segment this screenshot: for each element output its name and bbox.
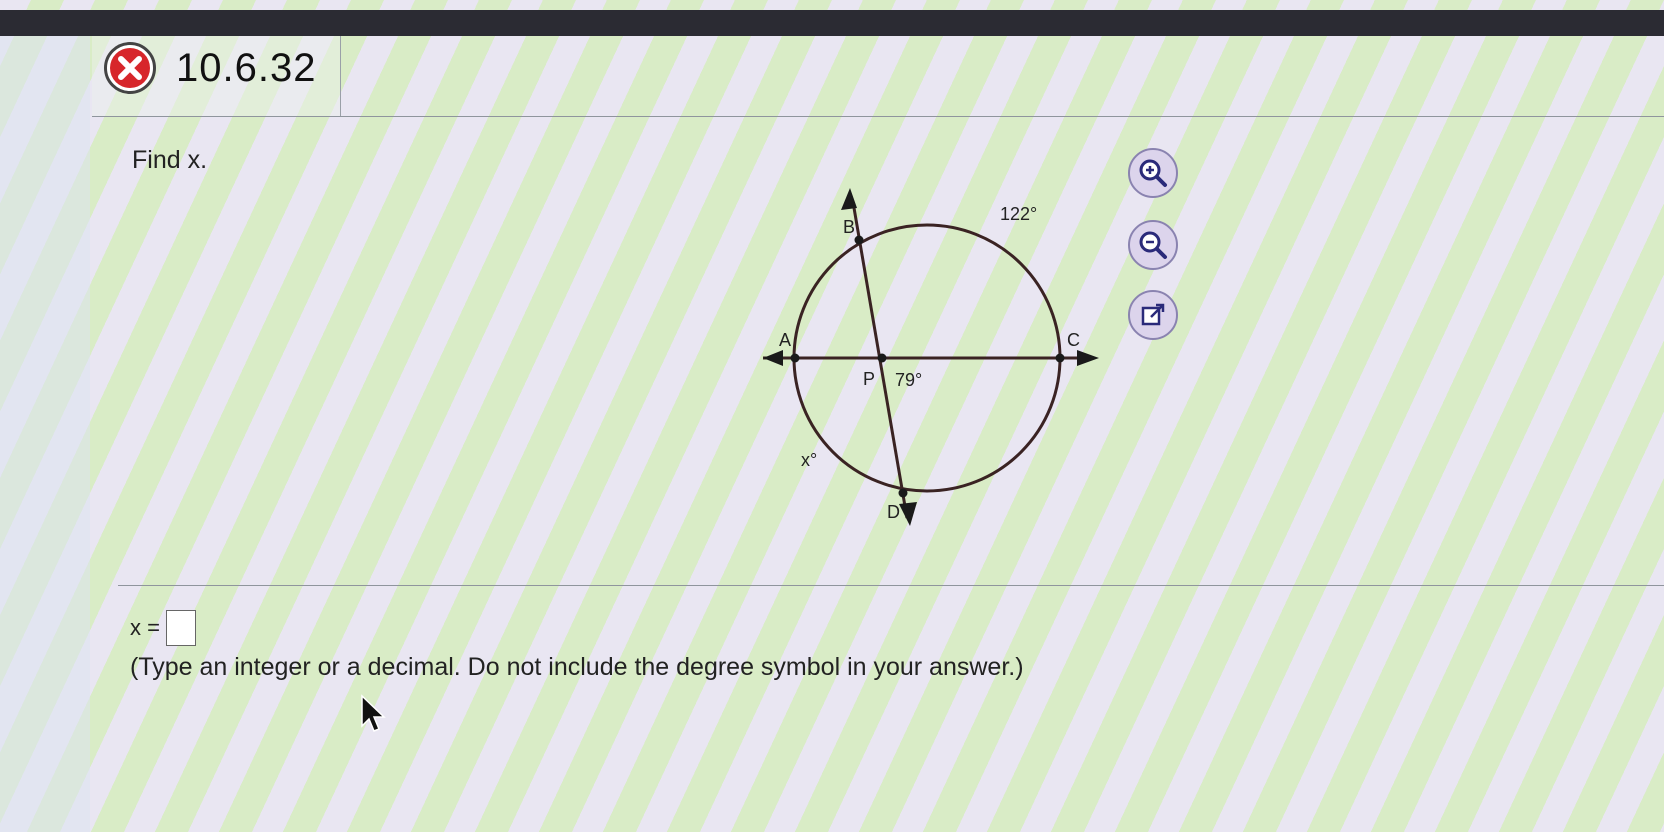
zoom-out-icon <box>1139 231 1167 259</box>
point-p <box>877 353 887 363</box>
point-d <box>898 488 908 498</box>
question-header: 10.6.32 <box>92 36 341 116</box>
circle-figure: A C B D P 122° 79° x° <box>763 188 1099 526</box>
zoom-out-button[interactable] <box>1128 220 1178 270</box>
answer-divider <box>118 585 1664 586</box>
left-gutter <box>0 36 90 832</box>
mouse-cursor-icon <box>361 694 386 732</box>
arc-ad-label: x° <box>801 450 817 470</box>
arrow-down-icon <box>899 502 917 526</box>
answer-input[interactable] <box>165 610 196 646</box>
zoom-in-icon <box>1139 159 1167 187</box>
label-c: C <box>1067 330 1080 350</box>
zoom-in-button[interactable] <box>1128 148 1178 198</box>
open-new-window-icon <box>1141 303 1165 326</box>
question-prompt: Find x. <box>132 146 208 174</box>
arrow-right-icon <box>1077 350 1099 366</box>
label-a: A <box>779 330 791 350</box>
incorrect-x-icon <box>104 42 156 94</box>
question-number: 10.6.32 <box>176 46 317 90</box>
header-divider <box>92 116 1664 117</box>
label-b: B <box>843 217 855 237</box>
arc-bc-label: 122° <box>1000 204 1037 224</box>
answer-row: x = <box>130 610 196 646</box>
answer-label: x = <box>130 615 160 640</box>
point-c <box>1055 353 1065 363</box>
open-new-window-button[interactable] <box>1128 290 1178 340</box>
arrow-left-icon <box>763 350 783 366</box>
point-b <box>854 235 864 245</box>
point-a <box>790 353 800 363</box>
label-d: D <box>887 502 900 522</box>
label-p: P <box>863 369 875 389</box>
arrow-up-icon <box>841 188 857 210</box>
answer-instruction: (Type an integer or a decimal. Do not in… <box>130 653 1024 681</box>
angle-p-label: 79° <box>895 370 922 390</box>
top-bar <box>0 10 1664 36</box>
